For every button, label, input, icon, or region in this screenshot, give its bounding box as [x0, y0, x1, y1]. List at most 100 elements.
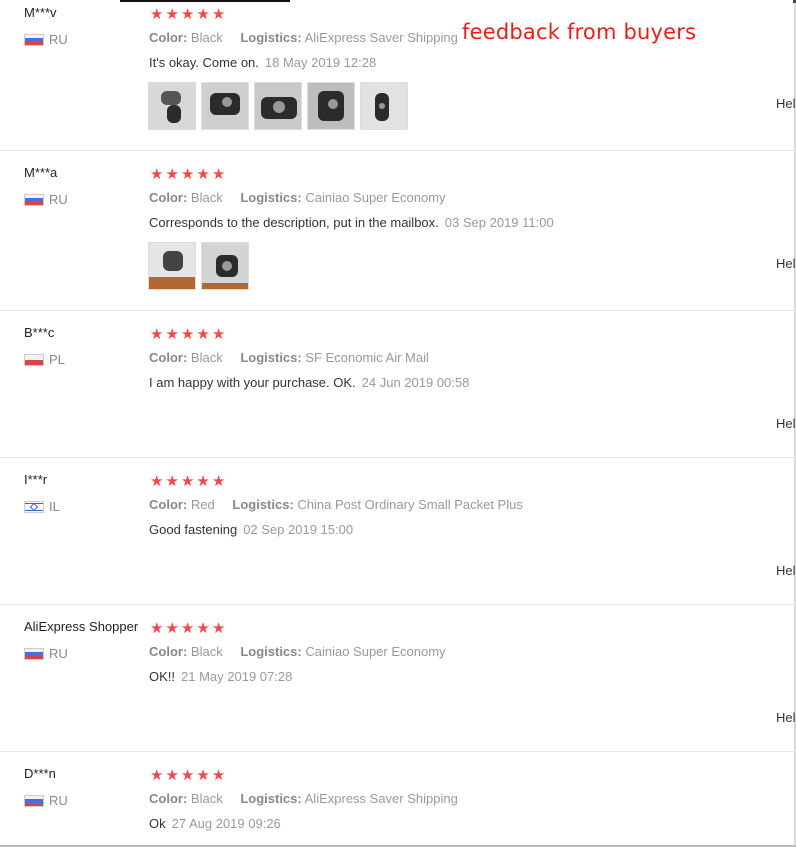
- order-attributes: Color: Black Logistics: Cainiao Super Ec…: [149, 644, 446, 659]
- review-comment: I am happy with your purchase. OK. 24 Jun…: [149, 375, 469, 390]
- star-icon: ★: [211, 473, 226, 490]
- star-icon: ★: [165, 620, 179, 637]
- review-comment: Good fastening 02 Sep 2019 15:00: [149, 522, 353, 537]
- review-date: 27 Aug 2019 09:26: [171, 816, 281, 831]
- star-icon: ★: [180, 6, 195, 23]
- country-code: RU: [49, 793, 68, 808]
- country-code: RU: [49, 646, 68, 661]
- star-icon: ★: [211, 6, 226, 23]
- review-item: AliExpress Shopper RU ★ ★ ★ ★ ★ Color: Black…: [0, 604, 796, 752]
- star-icon: ★: [180, 473, 195, 490]
- color-value: Black: [190, 350, 223, 365]
- star-icon: ★: [196, 326, 210, 343]
- order-attributes: Color: Black Logistics: SF Economic Air …: [149, 350, 429, 365]
- reviewer-name: AliExpress Shopper: [24, 619, 139, 634]
- comment-text: OK!!: [149, 669, 176, 684]
- star-icon: ★: [165, 6, 179, 23]
- helpful-button[interactable]: Hel: [776, 710, 796, 725]
- star-rating: ★ ★ ★ ★ ★: [150, 327, 225, 342]
- review-comment: OK!! 21 May 2019 07:28: [149, 669, 292, 684]
- star-icon: ★: [180, 767, 195, 784]
- review-photos: [148, 82, 408, 130]
- review-photo[interactable]: [254, 82, 302, 130]
- star-rating: ★ ★ ★ ★ ★: [150, 621, 225, 636]
- review-item: I***r IL ★ ★ ★ ★ ★ Color: Red Logistics: Chi…: [0, 457, 796, 605]
- review-photo[interactable]: [148, 82, 196, 130]
- helpful-button[interactable]: Hel: [776, 256, 796, 271]
- star-icon: ★: [196, 620, 210, 637]
- star-icon: ★: [196, 166, 210, 183]
- star-icon: ★: [180, 620, 195, 637]
- review-photo[interactable]: [201, 242, 249, 290]
- review-photos: [148, 242, 249, 290]
- country-code: RU: [49, 192, 68, 207]
- logistics-label: Logistics:: [240, 190, 302, 205]
- color-label: Color:: [149, 791, 188, 806]
- reviewer-country: RU: [24, 192, 68, 207]
- comment-text: It's okay. Come on.: [149, 55, 259, 70]
- star-icon: ★: [196, 6, 210, 23]
- color-label: Color:: [149, 644, 188, 659]
- star-icon: ★: [211, 326, 226, 343]
- country-code: RU: [49, 32, 68, 47]
- reviewer-name: M***v: [24, 5, 57, 20]
- review-date: 03 Sep 2019 11:00: [444, 215, 554, 230]
- review-comment: Ok 27 Aug 2019 09:26: [149, 816, 281, 831]
- logistics-value: SF Economic Air Mail: [305, 350, 429, 365]
- star-icon: ★: [211, 166, 226, 183]
- helpful-button[interactable]: Hel: [776, 96, 796, 111]
- review-item: M***v RU ★ ★ ★ ★ ★ Color: Black Logistics: A…: [0, 0, 796, 151]
- star-icon: ★: [150, 767, 164, 784]
- color-label: Color:: [149, 190, 188, 205]
- review-date: 02 Sep 2019 15:00: [243, 522, 354, 537]
- country-code: IL: [49, 499, 60, 514]
- helpful-button[interactable]: Hel: [776, 416, 796, 431]
- review-photo[interactable]: [148, 242, 196, 290]
- reviewer-name: I***r: [24, 472, 48, 487]
- logistics-label: Logistics:: [240, 30, 302, 45]
- logistics-value: Cainiao Super Economy: [305, 644, 446, 659]
- reviewer-name: D***n: [24, 766, 56, 781]
- review-date: 18 May 2019 12:28: [264, 55, 377, 70]
- flag-ru-icon: [24, 193, 44, 206]
- star-icon: ★: [150, 166, 164, 183]
- review-photo[interactable]: [201, 82, 249, 130]
- star-rating: ★ ★ ★ ★ ★: [150, 474, 225, 489]
- reviewer-name: M***a: [24, 165, 58, 180]
- review-comment: Corresponds to the description, put in t…: [149, 215, 554, 230]
- star-icon: ★: [165, 767, 179, 784]
- star-icon: ★: [211, 620, 226, 637]
- star-icon: ★: [211, 767, 226, 784]
- helpful-button[interactable]: Hel: [776, 563, 796, 578]
- star-icon: ★: [150, 6, 164, 23]
- flag-ru-icon: [24, 794, 44, 807]
- logistics-label: Logistics:: [240, 791, 302, 806]
- review-comment: It's okay. Come on. 18 May 2019 12:28: [149, 55, 376, 70]
- review-date: 21 May 2019 07:28: [181, 669, 293, 684]
- flag-il-icon: [24, 500, 44, 513]
- logistics-value: AliExpress Saver Shipping: [304, 791, 458, 806]
- star-icon: ★: [150, 326, 164, 343]
- reviewer-country: IL: [24, 499, 60, 514]
- flag-ru-icon: [24, 647, 44, 660]
- color-value: Black: [190, 30, 223, 45]
- review-item: M***a RU ★ ★ ★ ★ ★ Color: Black Logistics: C…: [0, 150, 796, 311]
- review-photo[interactable]: [307, 82, 355, 130]
- color-label: Color:: [149, 350, 188, 365]
- order-attributes: Color: Red Logistics: China Post Ordinar…: [149, 497, 523, 512]
- color-value: Black: [190, 791, 223, 806]
- logistics-value: AliExpress Saver Shipping: [304, 30, 458, 45]
- star-rating: ★ ★ ★ ★ ★: [150, 7, 225, 22]
- reviewer-country: RU: [24, 32, 68, 47]
- flag-ru-icon: [24, 33, 44, 46]
- logistics-label: Logistics:: [240, 350, 302, 365]
- star-rating: ★ ★ ★ ★ ★: [150, 167, 225, 182]
- star-icon: ★: [180, 326, 195, 343]
- review-photo[interactable]: [360, 82, 408, 130]
- reviewer-country: PL: [24, 352, 65, 367]
- star-icon: ★: [165, 326, 179, 343]
- comment-text: I am happy with your purchase. OK.: [149, 375, 356, 390]
- star-icon: ★: [165, 166, 179, 183]
- reviewer-name: B***c: [24, 325, 55, 340]
- order-attributes: Color: Black Logistics: Cainiao Super Ec…: [149, 190, 446, 205]
